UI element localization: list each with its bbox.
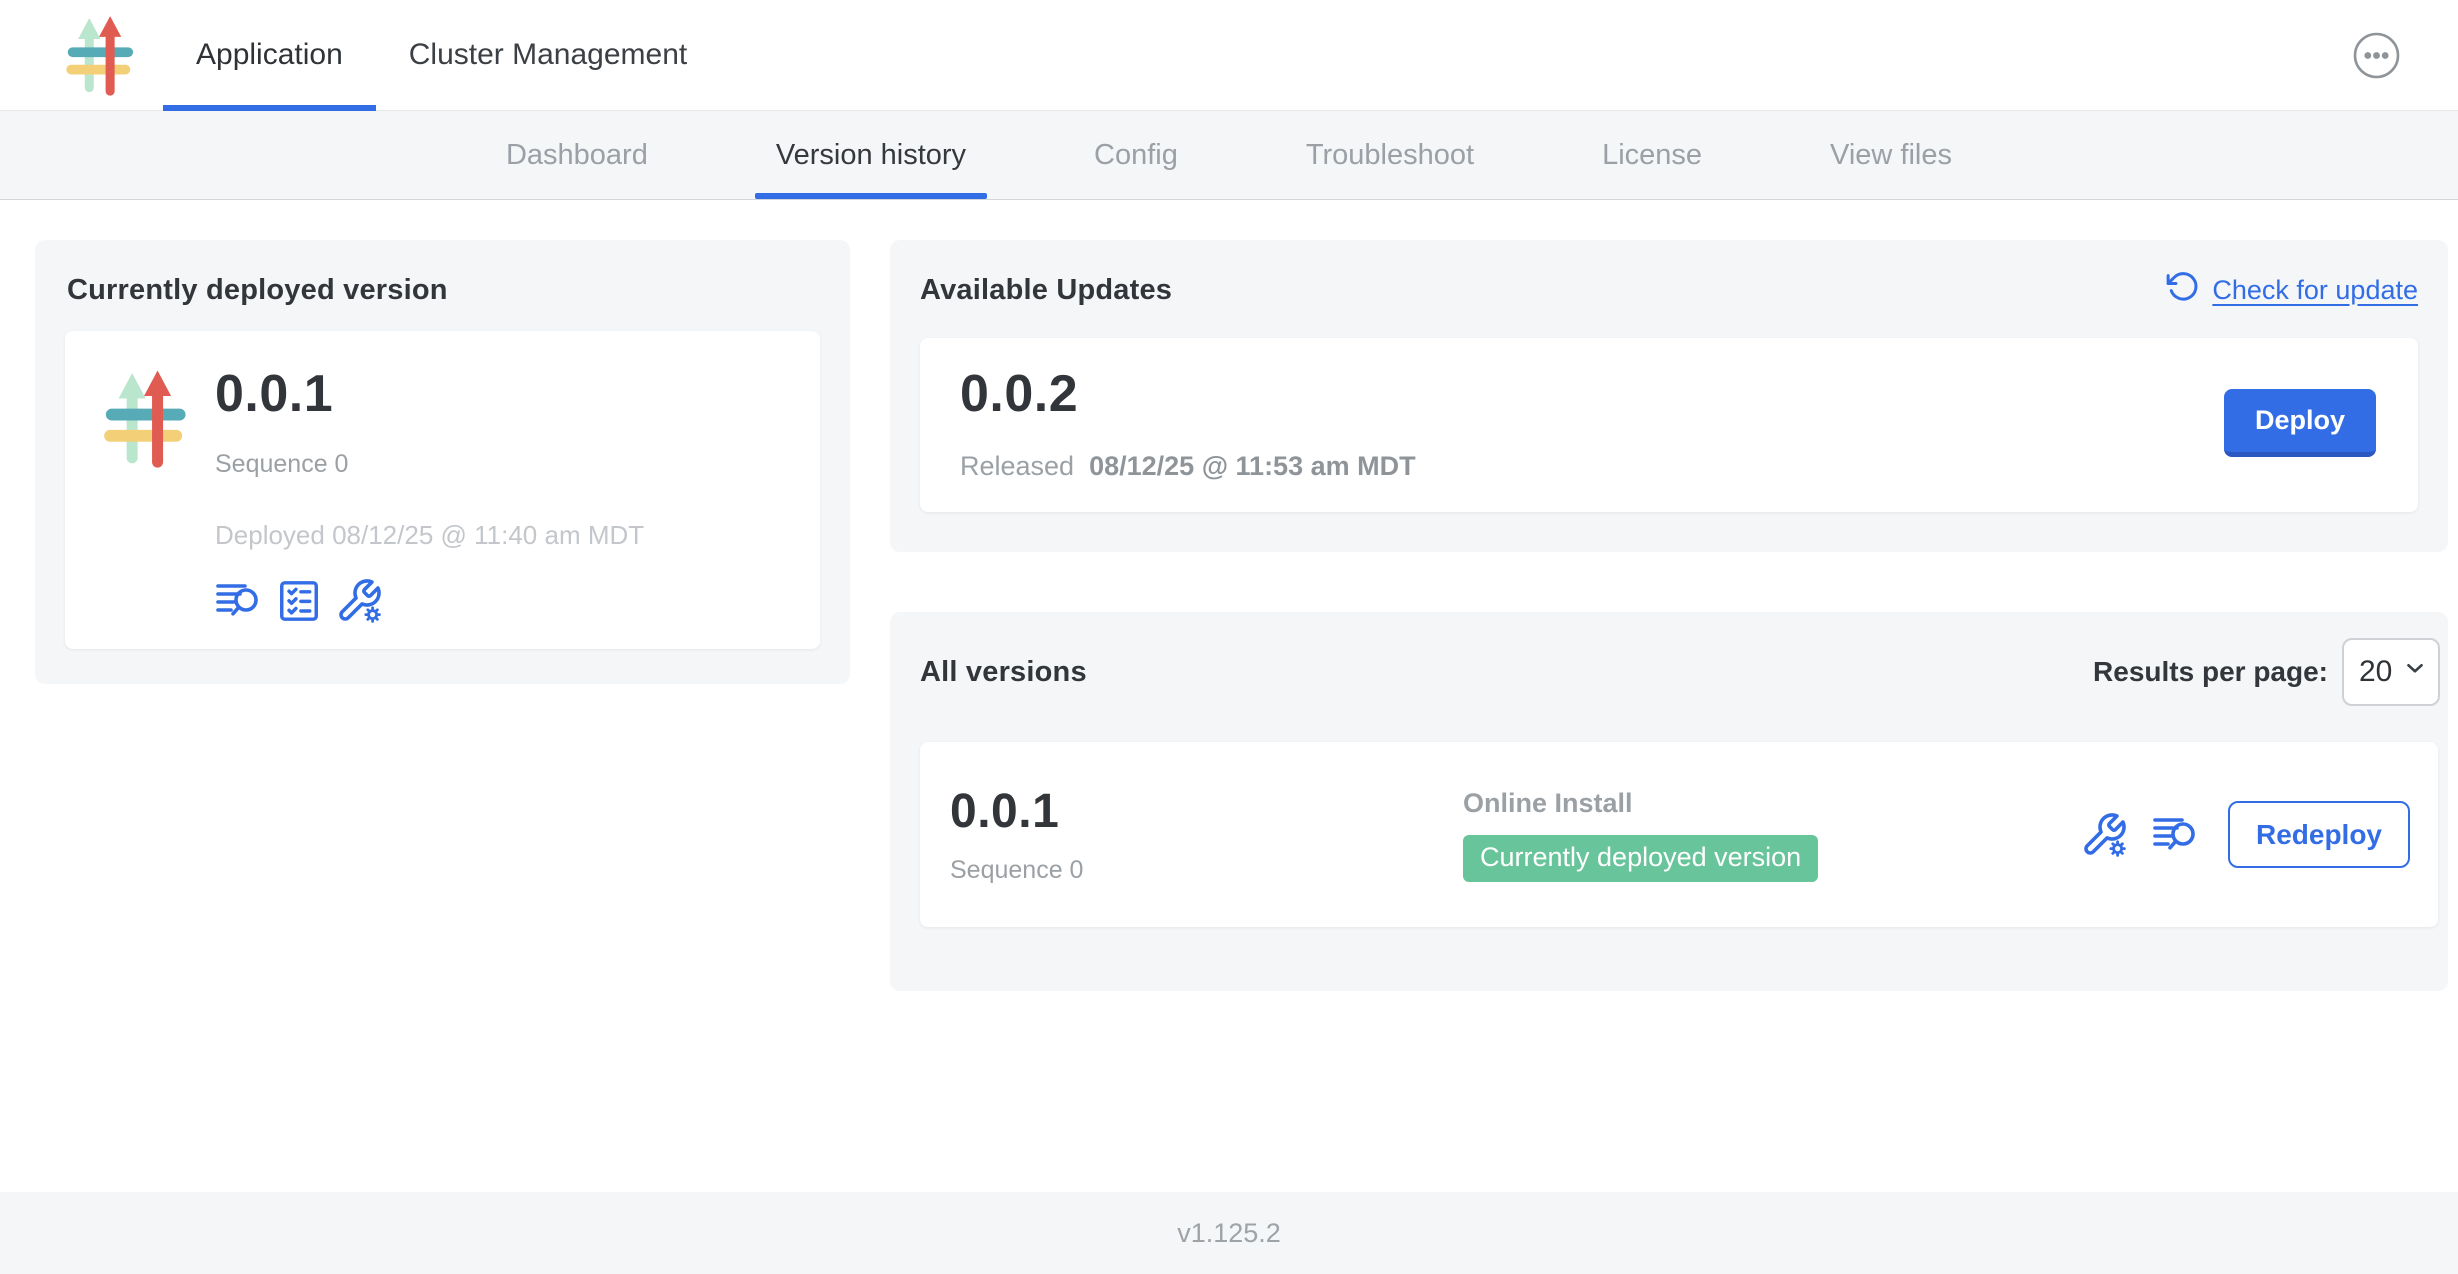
available-updates-card: Available Updates Check for update 0.0.2 [890, 240, 2448, 552]
edit-config-icon[interactable] [335, 577, 383, 625]
redeploy-button[interactable]: Redeploy [2228, 801, 2410, 868]
update-row: 0.0.2 Released 08/12/25 @ 11:53 am MDT D… [920, 338, 2418, 512]
ellipsis-icon [2353, 32, 2400, 79]
app-logo-icon [100, 368, 188, 468]
all-versions-card: All versions Results per page: 20 [890, 612, 2448, 991]
currently-deployed-card: Currently deployed version 0.0.1 Sequenc… [35, 240, 850, 684]
results-per-page-label: Results per page: [2093, 656, 2328, 688]
deployed-sequence: Sequence 0 [215, 450, 644, 479]
overflow-menu-button[interactable] [2353, 32, 2400, 79]
preflight-checks-icon[interactable] [276, 577, 322, 625]
check-for-update-link[interactable]: Check for update [2166, 270, 2418, 311]
deployed-version-number: 0.0.1 [215, 364, 644, 424]
app-subnav: Dashboard Version history Config Trouble… [0, 111, 2458, 200]
refresh-icon [2166, 270, 2200, 311]
console-version: v1.125.2 [1177, 1218, 1281, 1249]
tab-application[interactable]: Application [163, 0, 376, 110]
chevron-down-icon [2402, 655, 2428, 689]
tab-dashboard[interactable]: Dashboard [506, 111, 648, 199]
tab-config[interactable]: Config [1094, 111, 1178, 199]
released-timestamp: Released 08/12/25 @ 11:53 am MDT [960, 451, 1416, 482]
tab-troubleshoot[interactable]: Troubleshoot [1306, 111, 1474, 199]
deployed-version-panel: 0.0.1 Sequence 0 Deployed 08/12/25 @ 11:… [65, 331, 820, 649]
tab-version-history[interactable]: Version history [776, 111, 966, 199]
update-version-number: 0.0.2 [960, 364, 1416, 424]
deployed-timestamp: Deployed 08/12/25 @ 11:40 am MDT [215, 520, 644, 551]
currently-deployed-title: Currently deployed version [67, 274, 820, 307]
tab-license[interactable]: License [1602, 111, 1702, 199]
all-versions-title: All versions [920, 656, 1087, 689]
version-history-page: Currently deployed version 0.0.1 Sequenc… [0, 200, 2458, 1192]
view-logs-icon[interactable] [2152, 811, 2200, 859]
install-type-label: Online Install [1463, 788, 1818, 819]
view-logs-icon[interactable] [215, 577, 263, 625]
console-footer: v1.125.2 [0, 1192, 2458, 1274]
results-per-page-value: 20 [2359, 655, 2392, 689]
tab-cluster-management[interactable]: Cluster Management [376, 0, 720, 110]
app-logo-icon [60, 14, 138, 96]
deploy-button[interactable]: Deploy [2224, 389, 2376, 457]
top-nav: Application Cluster Management [0, 0, 2458, 111]
row-sequence: Sequence 0 [950, 856, 1463, 885]
edit-config-icon[interactable] [2080, 811, 2128, 859]
row-version-number: 0.0.1 [950, 784, 1463, 839]
version-row: 0.0.1 Sequence 0 Online Install Currentl… [920, 742, 2438, 927]
available-updates-title: Available Updates [920, 274, 1172, 307]
results-per-page-select[interactable]: 20 [2342, 638, 2440, 706]
tab-view-files[interactable]: View files [1830, 111, 1952, 199]
currently-deployed-badge: Currently deployed version [1463, 835, 1818, 882]
